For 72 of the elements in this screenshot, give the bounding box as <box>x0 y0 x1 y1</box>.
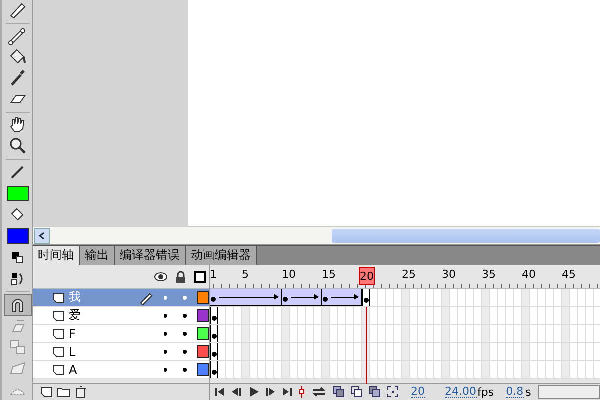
current-frame-value[interactable]: 20 <box>411 386 425 398</box>
frame-number: 5 <box>242 268 249 281</box>
frame-number: 45 <box>562 268 576 281</box>
layer-name: 爱 <box>69 307 82 324</box>
panel-tab[interactable]: 动画编辑器 <box>186 246 257 265</box>
layer-row[interactable]: F <box>33 325 209 343</box>
playhead[interactable]: 20 <box>359 267 375 285</box>
frame-rate-unit: fps <box>478 386 494 398</box>
keyframe[interactable] <box>210 361 218 378</box>
zoom-tool-icon[interactable] <box>8 136 28 156</box>
layer-name: A <box>69 362 78 376</box>
panel-tab[interactable]: 输出 <box>80 246 115 265</box>
eyedropper-icon[interactable] <box>8 68 28 88</box>
layer-color-swatch[interactable] <box>196 345 209 358</box>
scroll-left-icon[interactable] <box>38 232 46 240</box>
layer-icon <box>53 328 65 340</box>
layer-row[interactable]: 爱 <box>33 307 209 325</box>
horizontal-scrollbar[interactable] <box>33 226 600 245</box>
layer-name: L <box>69 344 77 358</box>
motion-tween-span[interactable] <box>210 289 282 306</box>
onion-outline-icon[interactable] <box>351 386 363 398</box>
scroll-thumb[interactable] <box>332 228 600 242</box>
frame-number: 30 <box>442 268 456 281</box>
motion-tween-span[interactable] <box>282 289 322 306</box>
first-frame-icon[interactable] <box>214 386 225 398</box>
keyframe[interactable] <box>362 289 370 306</box>
layer-row[interactable]: L <box>33 343 209 361</box>
keyframe[interactable] <box>210 325 218 342</box>
bone-tool-icon[interactable] <box>8 26 28 46</box>
center-frame-icon[interactable] <box>299 386 305 398</box>
onion-markers-icon[interactable] <box>387 386 399 398</box>
layer-icon <box>53 292 65 304</box>
fill-color-swatch[interactable] <box>7 228 29 244</box>
lock-icon[interactable] <box>175 270 187 282</box>
frame-number: 15 <box>322 268 336 281</box>
frame-rate-value[interactable]: 24.00 <box>445 386 476 398</box>
folder-icon[interactable] <box>57 386 71 398</box>
frame-number: 25 <box>402 268 416 281</box>
frame-number: 1 <box>210 268 217 281</box>
layer-icon <box>53 364 65 376</box>
last-frame-icon[interactable] <box>282 386 293 398</box>
elapsed-time-value[interactable]: 0.8 <box>506 386 524 398</box>
panel-tab[interactable]: 时间轴 <box>33 246 80 265</box>
layer-name: F <box>69 326 77 340</box>
layer-row[interactable]: A <box>33 361 209 379</box>
panel-tab[interactable]: 编译器错误 <box>115 246 186 265</box>
keyframe[interactable] <box>210 307 218 324</box>
motion-tween-span[interactable] <box>322 289 362 306</box>
stroke-color-swatch[interactable] <box>7 186 29 202</box>
loop-icon[interactable] <box>311 386 327 398</box>
trash-icon[interactable] <box>75 386 87 398</box>
frame-number: 10 <box>282 268 296 281</box>
layer-color-swatch[interactable] <box>196 309 209 322</box>
outline-square-icon[interactable] <box>194 270 206 282</box>
elapsed-time-unit: s <box>526 386 532 398</box>
play-icon[interactable] <box>248 386 259 398</box>
eye-icon[interactable] <box>154 272 168 282</box>
layer-color-swatch[interactable] <box>196 327 209 340</box>
layer-icon <box>53 310 65 322</box>
edit-multiple-frames-icon[interactable] <box>369 386 381 398</box>
step-forward-icon[interactable] <box>265 386 276 398</box>
frame-number: 40 <box>522 268 536 281</box>
layer-name: 我 <box>69 289 82 306</box>
keyframe[interactable] <box>210 343 218 360</box>
layer-icon <box>53 346 65 358</box>
frame-scrollbar[interactable] <box>538 385 600 399</box>
frame-number: 35 <box>482 268 496 281</box>
layer-color-swatch[interactable] <box>196 291 209 304</box>
step-back-icon[interactable] <box>231 386 242 398</box>
onion-skin-icon[interactable] <box>333 386 345 398</box>
new-layer-icon[interactable] <box>41 386 53 398</box>
layer-color-swatch[interactable] <box>196 363 209 376</box>
